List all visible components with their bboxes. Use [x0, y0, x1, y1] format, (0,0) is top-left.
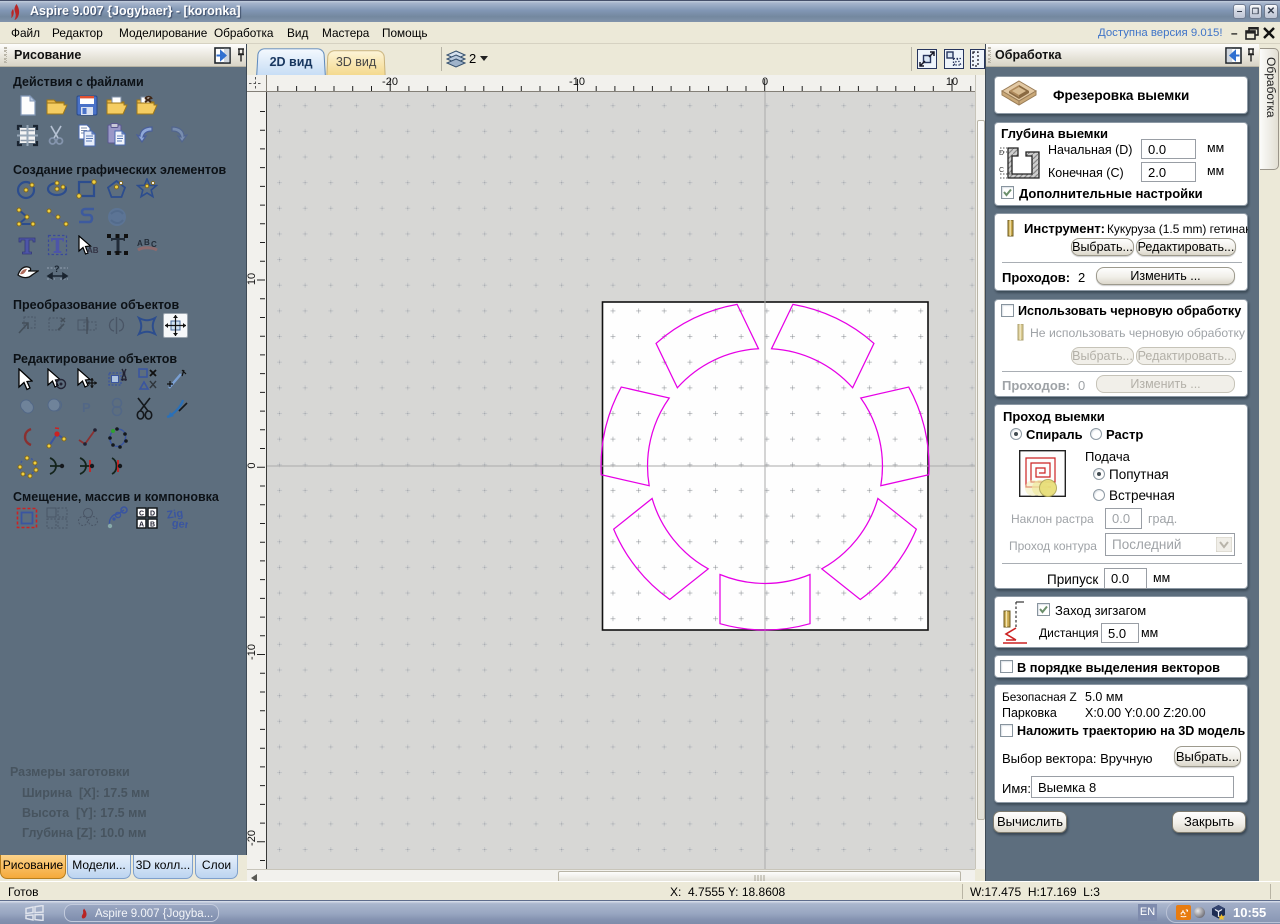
svg-text:0: 0: [247, 462, 258, 468]
svg-text:A: A: [139, 522, 144, 529]
svg-text:ger: ger: [171, 518, 188, 529]
svg-text:D: D: [150, 511, 155, 518]
svg-text:D: D: [999, 150, 1004, 157]
svg-text:10: 10: [247, 273, 258, 285]
svg-text:C: C: [999, 167, 1004, 174]
svg-text:B: B: [150, 522, 155, 529]
svg-text:0: 0: [762, 76, 768, 88]
svg-text:?: ?: [54, 264, 60, 274]
svg-text:-10: -10: [247, 644, 258, 660]
svg-text:-10: -10: [569, 76, 585, 88]
svg-text:C: C: [139, 511, 144, 518]
svg-text:-20: -20: [247, 830, 258, 846]
svg-text:P: P: [82, 400, 91, 415]
svg-text:-20: -20: [382, 76, 398, 88]
svg-text:B: B: [144, 238, 150, 247]
svg-text:AB: AB: [87, 246, 99, 255]
svg-text:10: 10: [946, 76, 958, 88]
svg-text:A: A: [137, 239, 143, 248]
